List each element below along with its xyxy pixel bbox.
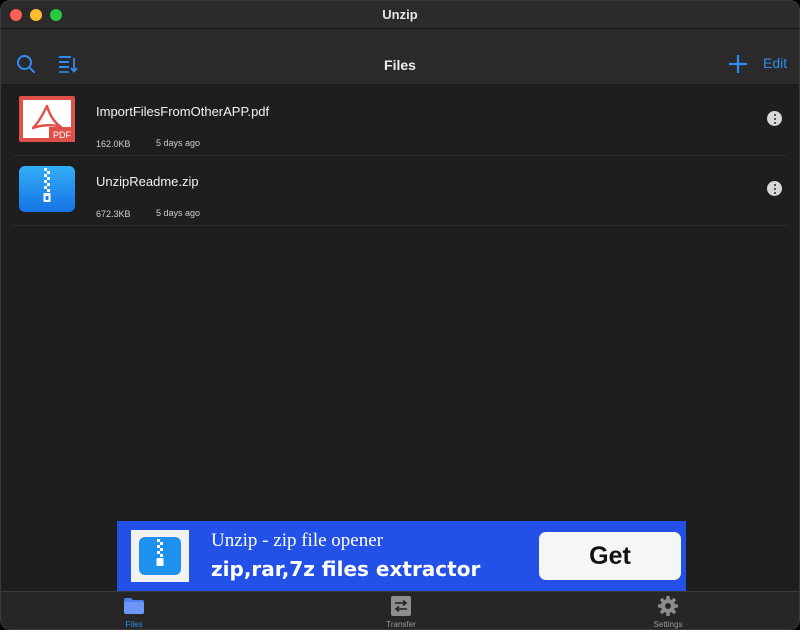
ad-subtitle: zip,rar,7z files extractor: [211, 557, 481, 581]
ad-title: Unzip - zip file opener: [211, 530, 383, 551]
file-date: 5 days ago: [156, 208, 201, 218]
zoom-window-button[interactable]: [50, 9, 62, 21]
navigation-bar: Files Edit: [1, 29, 799, 85]
more-options-button[interactable]: [767, 181, 782, 196]
more-options-button[interactable]: [767, 111, 782, 126]
file-date: 5 days ago: [156, 138, 201, 148]
title-bar[interactable]: Unzip: [1, 1, 799, 29]
more-dots-icon: [773, 183, 776, 186]
close-window-button[interactable]: [10, 9, 22, 21]
app-window: Unzip Files Edit PDF ImportFilesFromOthe…: [0, 0, 800, 630]
plus-icon: [729, 55, 747, 73]
tab-bar: Files Transfer Settings: [1, 591, 799, 629]
file-row-zip[interactable]: UnzipReadme.zip 672.3KB 5 days ago: [13, 156, 787, 226]
pdf-badge-text: PDF: [53, 130, 72, 140]
file-size: 162.0KB: [96, 139, 131, 149]
transfer-icon: [391, 596, 411, 616]
page-title: Files: [384, 57, 416, 73]
add-button[interactable]: [727, 53, 749, 75]
file-row-pdf[interactable]: PDF ImportFilesFromOtherAPP.pdf 162.0KB …: [13, 86, 787, 156]
file-list: PDF ImportFilesFromOtherAPP.pdf 162.0KB …: [1, 86, 799, 226]
minimize-window-button[interactable]: [30, 9, 42, 21]
tab-label: Files: [125, 620, 143, 629]
file-size: 672.3KB: [96, 209, 131, 219]
ad-banner[interactable]: Unzip - zip file opener zip,rar,7z files…: [117, 521, 686, 591]
tab-files[interactable]: Files: [94, 596, 174, 629]
tab-label: Settings: [653, 620, 683, 629]
pdf-file-icon: PDF: [19, 96, 75, 144]
zip-file-icon: [19, 166, 75, 214]
file-name: UnzipReadme.zip: [96, 174, 199, 189]
tab-label: Transfer: [386, 620, 416, 629]
tab-settings[interactable]: Settings: [628, 596, 708, 629]
ad-app-icon: [131, 530, 189, 582]
ad-get-button[interactable]: Get: [539, 532, 681, 580]
more-dots-icon: [773, 113, 776, 116]
gear-icon: [658, 596, 678, 616]
edit-button[interactable]: Edit: [763, 55, 787, 71]
zip-app-icon: [139, 537, 181, 575]
window-controls: [10, 9, 62, 21]
folder-icon: [124, 598, 144, 614]
window-title: Unzip: [382, 7, 418, 22]
file-name: ImportFilesFromOtherAPP.pdf: [96, 104, 270, 119]
tab-transfer[interactable]: Transfer: [361, 596, 441, 629]
